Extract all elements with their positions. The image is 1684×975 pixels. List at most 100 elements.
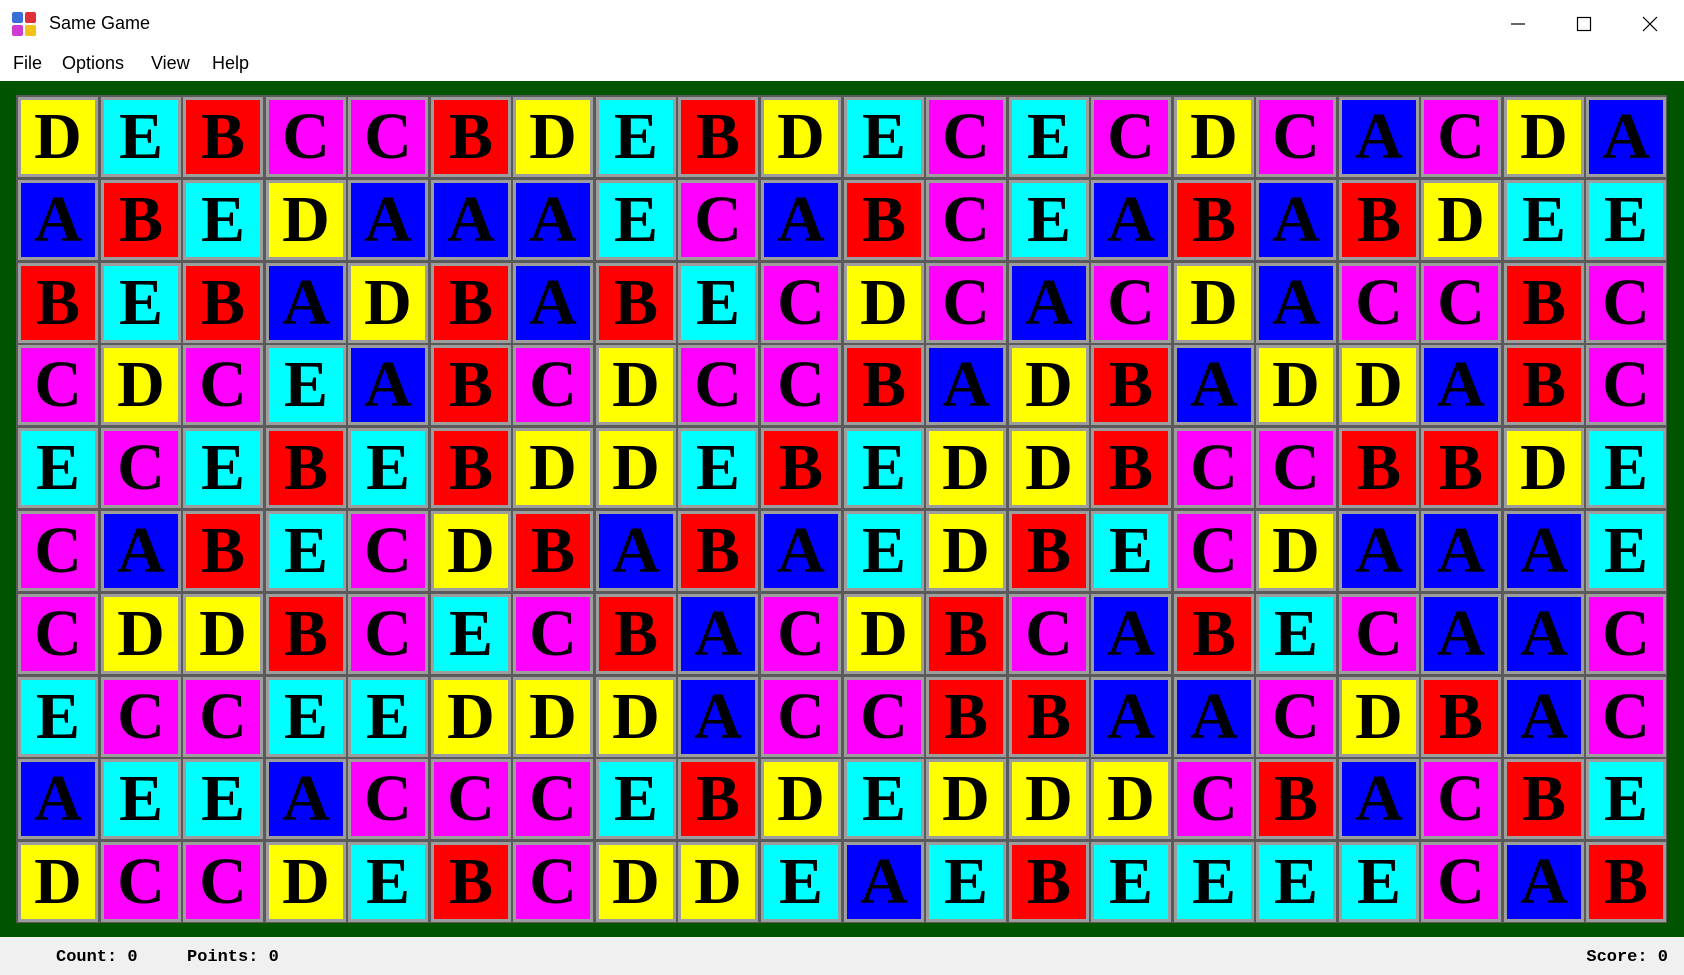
tile[interactable]: E [101, 759, 181, 839]
tile[interactable]: C [348, 511, 428, 591]
tile[interactable]: C [348, 594, 428, 674]
tile[interactable]: B [101, 180, 181, 260]
tile[interactable]: B [183, 263, 263, 343]
tile[interactable]: C [1586, 263, 1666, 343]
tile[interactable]: E [183, 759, 263, 839]
tile[interactable]: A [1091, 594, 1171, 674]
tile[interactable]: A [1091, 677, 1171, 757]
tile[interactable]: D [183, 594, 263, 674]
tile[interactable]: A [18, 180, 98, 260]
tile[interactable]: A [1091, 180, 1171, 260]
tile[interactable]: B [926, 594, 1006, 674]
tile[interactable]: D [761, 97, 841, 177]
tile[interactable]: B [183, 97, 263, 177]
tile[interactable]: E [1256, 842, 1336, 922]
tile[interactable]: B [1421, 677, 1501, 757]
tile[interactable]: D [1421, 180, 1501, 260]
tile[interactable]: E [844, 97, 924, 177]
tile[interactable]: D [513, 97, 593, 177]
tile[interactable]: E [183, 180, 263, 260]
tile[interactable]: C [513, 345, 593, 425]
tile[interactable]: C [1174, 428, 1254, 508]
tile[interactable]: D [266, 842, 346, 922]
tile[interactable]: B [431, 842, 511, 922]
tile[interactable]: D [1256, 511, 1336, 591]
tile[interactable]: C [348, 97, 428, 177]
tile[interactable]: B [1504, 263, 1584, 343]
tile[interactable]: E [1586, 428, 1666, 508]
tile[interactable]: E [348, 428, 428, 508]
tile[interactable]: C [761, 594, 841, 674]
tile[interactable]: C [1421, 842, 1501, 922]
maximize-button[interactable] [1551, 0, 1617, 48]
tile[interactable]: D [431, 511, 511, 591]
tile[interactable]: A [348, 180, 428, 260]
tile[interactable]: D [926, 759, 1006, 839]
tile[interactable]: E [266, 345, 346, 425]
tile[interactable]: E [1339, 842, 1419, 922]
tile[interactable]: B [1009, 511, 1089, 591]
tile[interactable]: B [431, 428, 511, 508]
tile[interactable]: C [761, 345, 841, 425]
tile[interactable]: C [266, 97, 346, 177]
tile[interactable]: C [1421, 97, 1501, 177]
tile[interactable]: A [266, 263, 346, 343]
tile[interactable]: A [513, 263, 593, 343]
tile[interactable]: A [431, 180, 511, 260]
tile[interactable]: C [678, 345, 758, 425]
tile[interactable]: C [1339, 263, 1419, 343]
tile[interactable]: C [431, 759, 511, 839]
tile[interactable]: C [678, 180, 758, 260]
tile[interactable]: B [1091, 345, 1171, 425]
tile[interactable]: B [1504, 345, 1584, 425]
tile[interactable]: A [101, 511, 181, 591]
tile[interactable]: E [1586, 511, 1666, 591]
tile[interactable]: B [18, 263, 98, 343]
tile[interactable]: A [266, 759, 346, 839]
tile[interactable]: E [183, 428, 263, 508]
tile[interactable]: B [431, 263, 511, 343]
tile[interactable]: B [844, 180, 924, 260]
tile[interactable]: A [596, 511, 676, 591]
tile[interactable]: A [1339, 97, 1419, 177]
tile[interactable]: C [18, 594, 98, 674]
tile[interactable]: B [1339, 180, 1419, 260]
tile[interactable]: A [761, 511, 841, 591]
tile[interactable]: C [926, 97, 1006, 177]
tile[interactable]: B [1009, 677, 1089, 757]
tile[interactable]: A [761, 180, 841, 260]
tile[interactable]: C [1091, 263, 1171, 343]
tile[interactable]: B [1174, 594, 1254, 674]
tile[interactable]: B [1174, 180, 1254, 260]
tile[interactable]: C [513, 594, 593, 674]
tile[interactable]: B [1586, 842, 1666, 922]
tile[interactable]: C [1009, 594, 1089, 674]
tile[interactable]: D [348, 263, 428, 343]
tile[interactable]: A [1174, 345, 1254, 425]
tile[interactable]: E [678, 263, 758, 343]
tile[interactable]: E [1586, 180, 1666, 260]
tile[interactable]: B [513, 511, 593, 591]
tile[interactable]: D [761, 759, 841, 839]
tile[interactable]: E [101, 263, 181, 343]
tile[interactable]: B [678, 511, 758, 591]
tile[interactable]: D [678, 842, 758, 922]
tile[interactable]: A [1339, 511, 1419, 591]
tile[interactable]: A [1421, 345, 1501, 425]
tile[interactable]: B [1339, 428, 1419, 508]
tile[interactable]: C [183, 677, 263, 757]
tile[interactable]: B [596, 263, 676, 343]
menu-options[interactable]: Options [62, 53, 124, 74]
tile[interactable]: C [926, 180, 1006, 260]
tile[interactable]: B [926, 677, 1006, 757]
tile[interactable]: C [183, 345, 263, 425]
tile[interactable]: D [18, 842, 98, 922]
tile[interactable]: E [844, 759, 924, 839]
tile[interactable]: D [101, 594, 181, 674]
tile[interactable]: E [596, 97, 676, 177]
tile[interactable]: B [266, 428, 346, 508]
tile[interactable]: B [678, 759, 758, 839]
tile[interactable]: B [1256, 759, 1336, 839]
tile[interactable]: C [18, 511, 98, 591]
tile[interactable]: D [596, 842, 676, 922]
